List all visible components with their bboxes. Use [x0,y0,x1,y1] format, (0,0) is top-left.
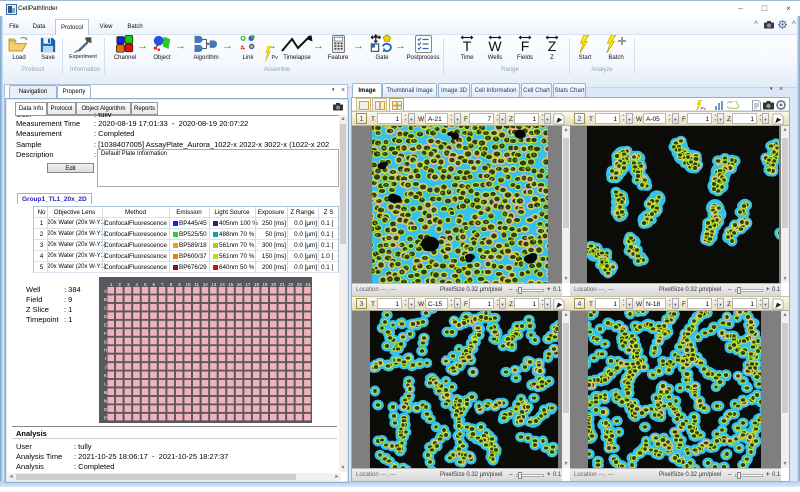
svg-text:24: 24 [305,282,311,287]
svg-text:13: 13 [211,282,217,287]
svg-text:E: E [104,322,107,327]
svg-text:K: K [104,373,107,378]
svg-text:11: 11 [194,282,199,287]
svg-text:N: N [104,399,107,404]
svg-text:F: F [104,331,107,336]
svg-text:21: 21 [280,282,286,287]
svg-text:17: 17 [245,282,251,287]
svg-text:P: P [104,415,107,420]
svg-text:H: H [104,348,107,353]
svg-text:O: O [104,407,108,412]
svg-text:A: A [104,289,107,294]
svg-text:23: 23 [297,282,303,287]
svg-text:I: I [105,356,106,361]
svg-text:10: 10 [185,282,191,287]
svg-text:14: 14 [220,282,226,287]
svg-text:20: 20 [271,282,277,287]
svg-text:M: M [104,390,108,395]
svg-text:22: 22 [288,282,294,287]
svg-text:J: J [104,365,106,370]
svg-text:16: 16 [237,282,243,287]
svg-text:15: 15 [228,282,234,287]
svg-text:18: 18 [254,282,260,287]
svg-text:19: 19 [262,282,268,287]
svg-text:12: 12 [203,282,209,287]
svg-text:G: G [104,339,108,344]
svg-text:B: B [104,297,107,302]
